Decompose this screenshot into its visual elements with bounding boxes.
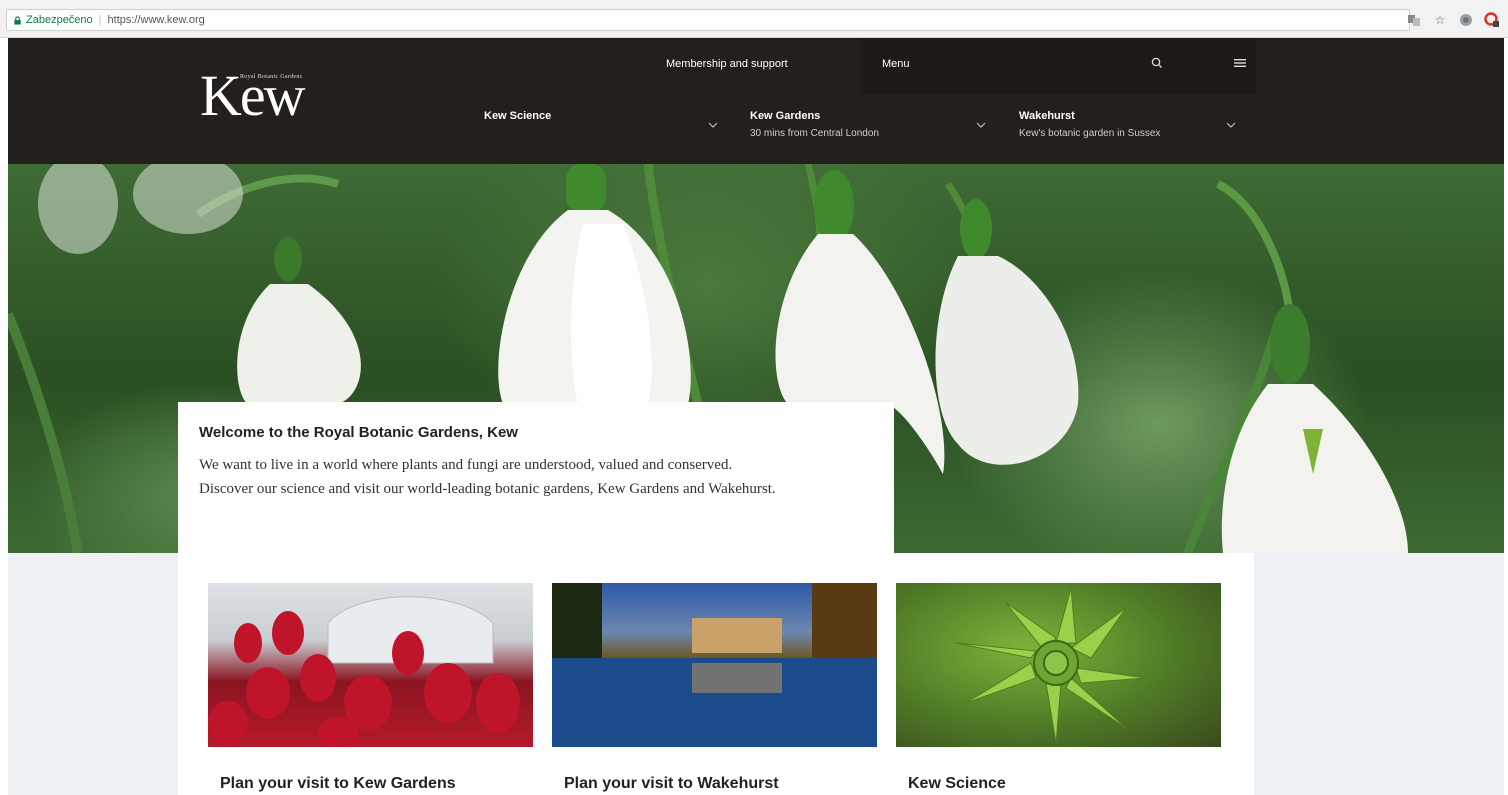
welcome-card: Welcome to the Royal Botanic Gardens, Ke…	[178, 402, 894, 554]
card-wakehurst-image[interactable]	[552, 583, 877, 747]
lock-icon	[14, 15, 21, 25]
nav-kew-gardens[interactable]: Kew Gardens 30 mins from Central London	[750, 110, 1000, 150]
address-bar[interactable]: Zabezpečeno | https://www.kew.org	[6, 9, 1410, 31]
menu-button[interactable]: Menu	[882, 58, 910, 70]
card-kew-science-image[interactable]	[896, 583, 1221, 747]
opera-extension-icon[interactable]	[1484, 12, 1500, 28]
extension-globe-icon[interactable]	[1458, 12, 1474, 28]
nav-wakehurst[interactable]: Wakehurst Kew's botanic garden in Sussex	[1019, 110, 1239, 150]
welcome-body: We want to live in a world where plants …	[199, 457, 776, 497]
chevron-down-icon[interactable]	[708, 122, 718, 128]
kew-logo-tagline: Royal Botanic Gardens	[240, 74, 303, 80]
nav-kew-science-title: Kew Science	[484, 110, 552, 122]
membership-support-link[interactable]: Membership and support	[648, 38, 806, 90]
card-kew-gardens-image[interactable]	[208, 583, 533, 747]
page: Zabezpečeno | https://www.kew.org ☆ Kew …	[0, 0, 1508, 795]
secure-label: Zabezpečeno	[26, 14, 93, 26]
browser-toolbar: Zabezpečeno | https://www.kew.org ☆	[0, 0, 1508, 38]
url-text[interactable]: https://www.kew.org	[108, 14, 205, 26]
nav-wakehurst-title: Wakehurst	[1019, 110, 1075, 122]
red-leaves-glasshouse-illustration	[208, 596, 520, 747]
bookmark-star-icon[interactable]: ☆	[1432, 12, 1448, 28]
browser-icons: ☆	[1406, 9, 1500, 31]
card-kew-science[interactable]: Kew Science	[896, 583, 1221, 793]
card-wakehurst-title[interactable]: Plan your visit to Wakehurst	[552, 775, 877, 793]
nav-kew-gardens-subtitle: 30 mins from Central London	[750, 128, 879, 139]
nav-wakehurst-subtitle: Kew's botanic garden in Sussex	[1019, 128, 1161, 139]
site-header: Kew Royal Botanic Gardens Membership and…	[8, 38, 1504, 164]
card-kew-gardens-title[interactable]: Plan your visit to Kew Gardens	[208, 775, 533, 793]
chevron-down-icon[interactable]	[1226, 122, 1236, 128]
card-kew-gardens[interactable]: Plan your visit to Kew Gardens	[208, 583, 533, 793]
wakehurst-lake-illustration	[552, 583, 877, 747]
menu-bar: Menu	[860, 38, 1256, 94]
top-links: Membership and support	[648, 38, 806, 90]
hamburger-icon[interactable]	[1234, 58, 1246, 68]
address-separator: |	[98, 14, 102, 26]
card-wakehurst[interactable]: Plan your visit to Wakehurst	[552, 583, 877, 793]
translate-icon[interactable]	[1406, 12, 1422, 28]
search-icon[interactable]	[1150, 56, 1164, 70]
chevron-down-icon[interactable]	[976, 122, 986, 128]
card-kew-science-title[interactable]: Kew Science	[896, 775, 1221, 793]
succulent-plant-illustration	[955, 587, 1147, 744]
nav-kew-gardens-title: Kew Gardens	[750, 110, 821, 122]
welcome-title: Welcome to the Royal Botanic Gardens, Ke…	[199, 424, 518, 441]
nav-kew-science[interactable]: Kew Science	[484, 110, 734, 150]
